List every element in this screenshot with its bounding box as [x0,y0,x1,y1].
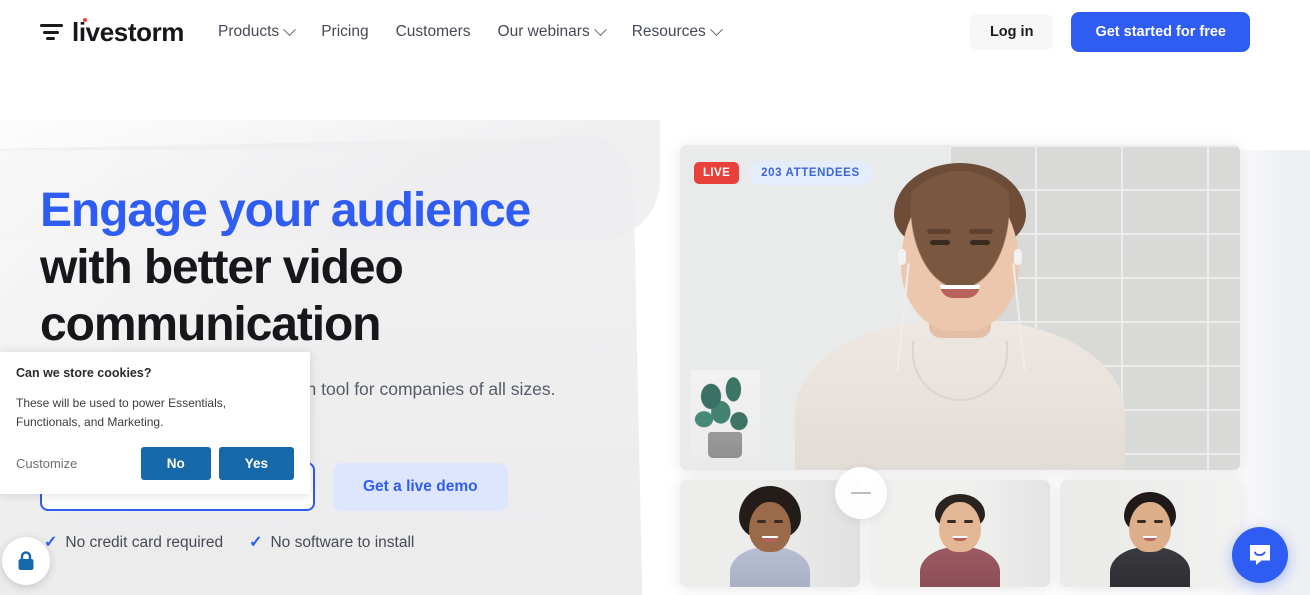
speaker-figure [795,145,1125,470]
brand-name-text: livestorm [72,16,185,47]
video-badges: LIVE 203 ATTENDEES [694,161,872,185]
get-live-demo-button[interactable]: Get a live demo [333,462,508,511]
cookie-title: Can we store cookies? [16,366,152,380]
hero-perks: ✓ No credit card required ✓ No software … [44,534,414,552]
get-started-button[interactable]: Get started for free [1071,12,1250,52]
chat-widget-button[interactable] [1232,527,1288,583]
participant-figure [920,480,1000,587]
perk-no-software: ✓ No software to install [249,534,414,552]
chevron-down-icon [283,22,297,36]
attendee-count-badge: 203 ATTENDEES [749,161,872,185]
brand-accent-dot [83,17,87,22]
nav-item-label: Pricing [321,23,369,40]
chevron-down-icon [593,22,607,36]
site-header: livestorm Products Pricing Customers Our… [0,0,1310,64]
video-tile-participant-2[interactable] [870,480,1050,587]
perk-no-credit-card: ✓ No credit card required [44,534,223,552]
check-icon: ✓ [249,534,263,551]
lock-icon [18,551,34,570]
perk-label: No credit card required [65,534,224,551]
participant-figure [730,480,810,587]
status-badge-live: LIVE [694,162,740,184]
nav-item-label: Products [218,23,280,40]
nav-item-label: Resources [631,23,706,40]
header-actions: Log in Get started for free [969,12,1250,52]
cookie-actions: Customize No Yes [16,447,294,480]
cookie-decline-button[interactable]: No [140,447,211,480]
nav-item-resources[interactable]: Resources [631,22,723,41]
nav-item-customers[interactable]: Customers [396,23,471,41]
brand-logo[interactable]: livestorm [40,17,184,48]
video-tile-participant-3[interactable] [1060,480,1240,587]
cookie-consent-dialog: Can we store cookies? These will be used… [0,352,310,494]
video-tile-speaker[interactable]: LIVE 203 ATTENDEES [680,145,1240,470]
perk-label: No software to install [270,534,415,551]
mute-indicator-bubble[interactable] [835,467,887,519]
chevron-down-icon [709,22,723,36]
nav-item-our-webinars[interactable]: Our webinars [497,22,607,41]
privacy-settings-button[interactable] [2,537,50,585]
video-tile-participant-1[interactable] [680,480,860,587]
headline-accent: Engage your audience [40,184,531,237]
video-plant-decor [690,370,760,458]
mute-dash-icon [851,491,871,495]
brand-name: livestorm [72,17,184,48]
participant-figure [1110,480,1190,587]
nav-item-pricing[interactable]: Pricing [321,23,368,41]
cookie-buttons: No Yes [140,447,294,480]
login-button[interactable]: Log in [969,14,1054,50]
page-title: Engage your audience with better video c… [40,182,660,353]
cookie-accept-button[interactable]: Yes [218,447,294,480]
video-conference-mock: LIVE 203 ATTENDEES [680,145,1240,595]
cookie-customize-link[interactable]: Customize [16,456,77,471]
livestorm-funnel-icon [40,21,63,43]
nav-item-label: Our webinars [497,23,590,40]
nav-item-products[interactable]: Products [218,22,297,41]
participant-tiles-row [680,480,1240,587]
chat-bubble-icon [1250,545,1270,565]
page-root: livestorm Products Pricing Customers Our… [0,0,1310,595]
primary-nav: Products Pricing Customers Our webinars … [218,22,723,41]
headline-rest: with better video communication [40,241,404,351]
nav-item-label: Customers [395,23,471,40]
cookie-description: These will be used to power Essentials, … [16,396,227,429]
